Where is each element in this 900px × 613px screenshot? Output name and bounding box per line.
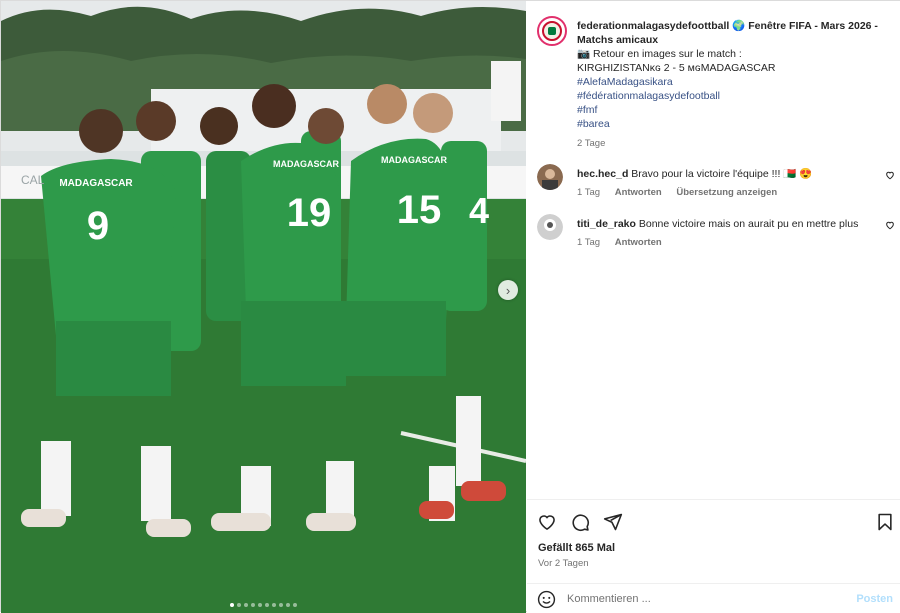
post-comment-button[interactable]: Posten <box>856 593 893 605</box>
hashtag-link[interactable]: #barea <box>577 117 897 131</box>
carousel-dot <box>244 603 248 607</box>
team-photo: MADAGASCAR 9 MADAGASCAR 19 MADAGASCAR 15… <box>1 1 526 613</box>
commenter-avatar[interactable] <box>537 164 563 190</box>
carousel-dot <box>237 603 241 607</box>
shirt-team-name-9: MADAGASCAR <box>59 178 133 189</box>
comment-input[interactable] <box>567 589 837 609</box>
reply-button[interactable]: Antworten <box>615 237 662 248</box>
caption-line-1: 📷 Retour en images sur le match : <box>577 48 742 60</box>
comment-username[interactable]: titi_de_rako <box>577 218 636 230</box>
comment-text: Bonne victoire mais on aurait pu en mett… <box>638 218 859 230</box>
caption: federationmalagasydefoottball 🌍 Fenêtre … <box>577 19 897 151</box>
reply-button[interactable]: Antworten <box>615 187 662 198</box>
carousel-indicator <box>1 603 526 607</box>
share-icon[interactable] <box>603 512 623 532</box>
actions-bar: Gefällt 865 Mal Vor 2 Tagen <box>527 499 900 569</box>
carousel-dot <box>265 603 269 607</box>
comment-time[interactable]: 1 Tag <box>577 237 600 248</box>
post-time[interactable]: 2 Tage <box>577 137 897 151</box>
shirt-team-name-19: MADAGASCAR <box>273 159 339 169</box>
heart-icon[interactable] <box>537 512 557 532</box>
next-image-button[interactable]: › <box>498 280 518 300</box>
translate-button[interactable]: Übersetzung anzeigen <box>676 187 777 198</box>
caption-line-2: KIRGHIZISTANᴋɢ 2 - 5 ᴍɢMADAGASCAR <box>577 62 776 74</box>
carousel-dot <box>286 603 290 607</box>
likes-count[interactable]: Gefällt 865 Mal <box>538 542 615 554</box>
carousel-dot <box>258 603 262 607</box>
post-sidebar: federationmalagasydefoottball 🌍 Fenêtre … <box>527 1 900 613</box>
carousel-dot <box>272 603 276 607</box>
shirt-team-name-15: MADAGASCAR <box>381 155 447 165</box>
ad-board-text: CAL <box>21 173 45 187</box>
carousel-dot <box>293 603 297 607</box>
comment-text: Bravo pour la victoire l'équipe !!! 🇲🇬 😍 <box>631 168 813 180</box>
carousel-dot <box>251 603 255 607</box>
comment-like-icon[interactable] <box>885 170 895 180</box>
commenter-avatar[interactable] <box>537 214 563 240</box>
shirt-number-15: 15 <box>397 188 442 232</box>
comment-username[interactable]: hec.hec_d <box>577 168 628 180</box>
post-image[interactable]: MADAGASCAR 9 MADAGASCAR 19 MADAGASCAR 15… <box>1 1 526 613</box>
comment-bar: Posten <box>527 583 900 613</box>
hashtag-link[interactable]: #fmf <box>577 103 897 117</box>
account-avatar[interactable] <box>537 16 567 46</box>
post-date[interactable]: Vor 2 Tagen <box>538 558 589 569</box>
emoji-icon[interactable] <box>537 590 556 609</box>
caption-username[interactable]: federationmalagasydefoottball <box>577 20 729 32</box>
shirt-number-9: 9 <box>87 204 109 248</box>
comment-time[interactable]: 1 Tag <box>577 187 600 198</box>
hashtag-link[interactable]: #fédérationmalagasydefootball <box>577 89 897 103</box>
carousel-dot <box>230 603 234 607</box>
comment-like-icon[interactable] <box>885 220 895 230</box>
instagram-post: MADAGASCAR 9 MADAGASCAR 19 MADAGASCAR 15… <box>0 0 900 613</box>
carousel-dot <box>279 603 283 607</box>
hashtag-link[interactable]: #AlefaMadagasikara <box>577 75 897 89</box>
fmf-logo-icon <box>548 27 556 35</box>
shirt-number-19: 19 <box>287 191 332 235</box>
bookmark-icon[interactable] <box>875 512 895 532</box>
comment-icon[interactable] <box>570 512 590 532</box>
shirt-number-4: 4 <box>469 190 489 231</box>
